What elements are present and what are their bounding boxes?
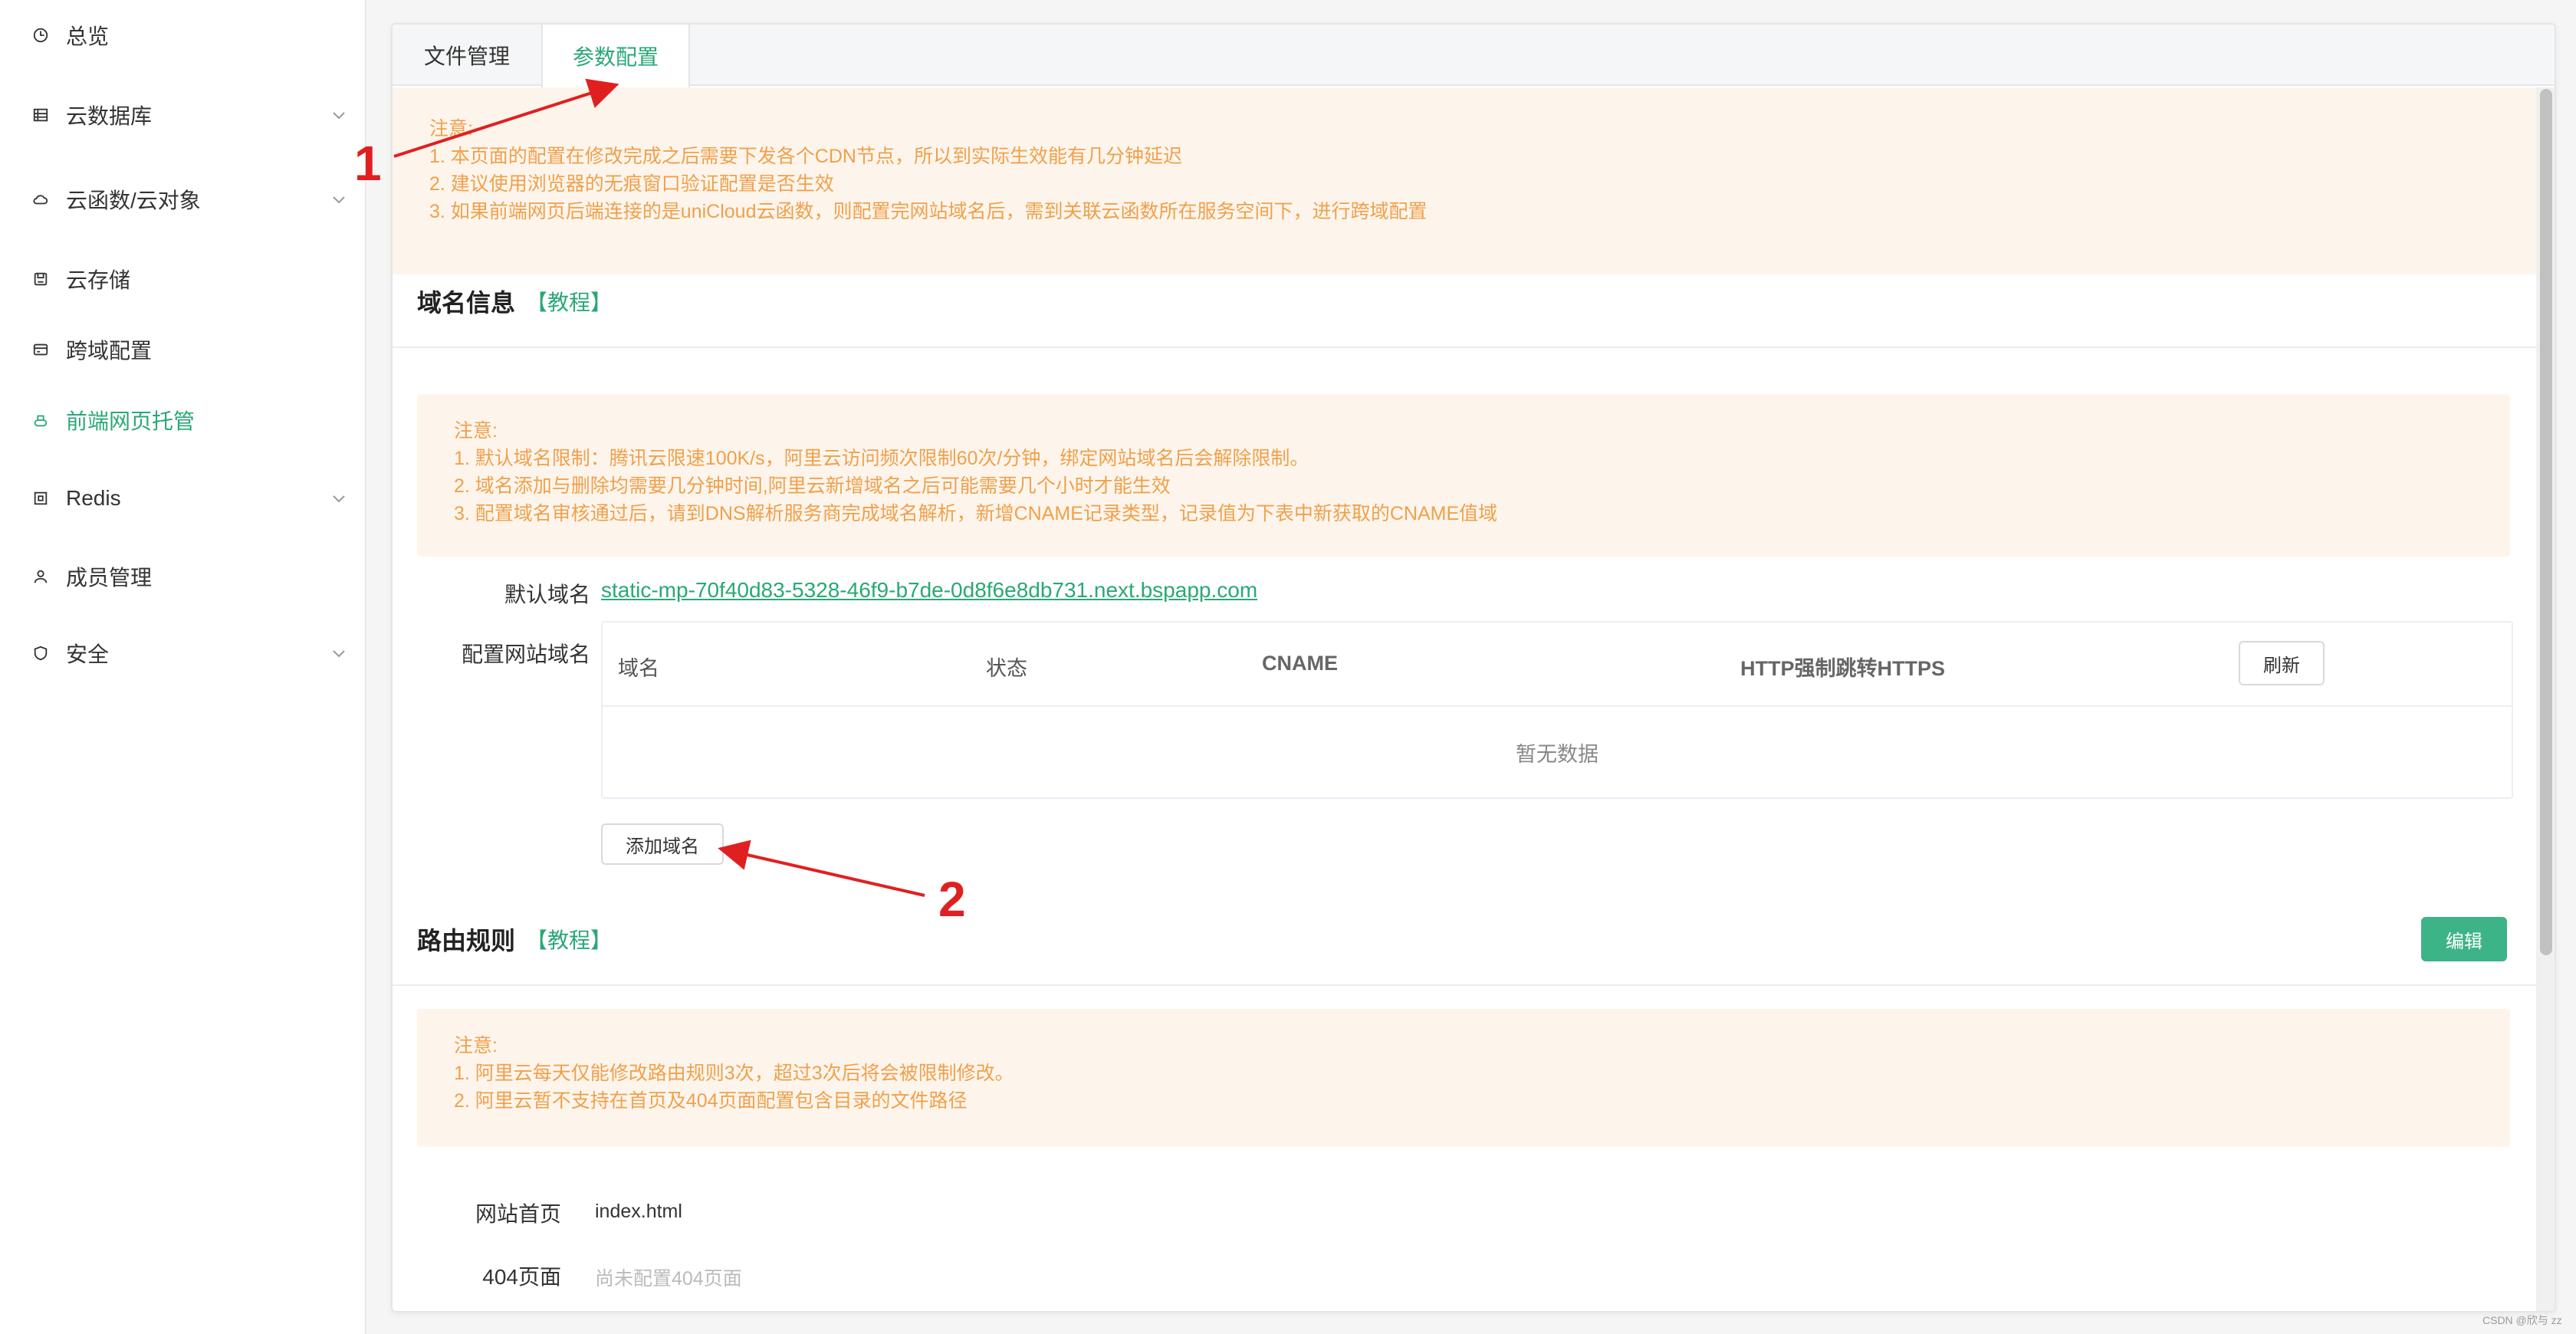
hosting-icon [31, 410, 51, 430]
column-header: 域名 [618, 657, 659, 680]
edit-button[interactable]: 编辑 [2421, 917, 2507, 961]
notice-line: 2. 建议使用浏览器的无痕窗口验证配置是否生效 [429, 173, 834, 195]
annotation-marker-2: 2 [938, 872, 966, 927]
notice-title: 注意: [429, 118, 473, 140]
sidebar-item-label: 成员管理 [66, 566, 153, 590]
sidebar: 总览 云数据库 云函数/云对象 云存储 跨域配置 前端网页托管 Redis 成员… [0, 0, 366, 1334]
cors-icon [31, 340, 51, 360]
tab-bar: 文件管理 参数配置 [393, 25, 2555, 87]
redis-icon [31, 488, 51, 508]
sidebar-item-label: 前端网页托管 [66, 409, 196, 433]
main-panel: 文件管理 参数配置 注意: 1. 本页面的配置在修改完成之后需要下发各个CDN节… [391, 23, 2556, 1313]
tab-file-management[interactable]: 文件管理 [393, 25, 541, 86]
sidebar-item-label: 总览 [66, 25, 110, 48]
notice-line: 3. 如果前端网页后端连接的是uniCloud云函数，则配置完网站域名后，需到关… [429, 201, 1428, 222]
database-icon [31, 105, 51, 125]
tab-parameter-config[interactable]: 参数配置 [541, 25, 690, 87]
top-notice: 注意: 1. 本页面的配置在修改完成之后需要下发各个CDN节点，所以到实际生效能… [393, 87, 2536, 274]
clock-icon [31, 25, 51, 45]
sidebar-item-label: 安全 [66, 642, 110, 666]
notice-title: 注意: [454, 1035, 498, 1056]
notice-line: 1. 本页面的配置在修改完成之后需要下发各个CDN节点，所以到实际生效能有几分钟… [429, 146, 1182, 167]
sidebar-item-label: 云存储 [66, 268, 131, 292]
empty-state: 暂无数据 [1516, 743, 1598, 766]
annotation-marker-1: 1 [354, 136, 382, 191]
custom-domain-label: 配置网站域名 [461, 642, 590, 666]
section-heading: 路由规则 [417, 927, 516, 955]
notice-line: 1. 默认域名限制：腾讯云限速100K/s，阿里云访问频次限制60次/分钟，绑定… [454, 448, 1309, 469]
storage-icon [31, 269, 51, 289]
watermark: CSDN @欣与 zz [2482, 1314, 2562, 1326]
table-header: 域名 状态 CNAME HTTP强制跳转HTTPS 刷新 [603, 623, 2512, 707]
refresh-button[interactable]: 刷新 [2239, 641, 2325, 685]
domain-section-title: 域名信息 【教程】 [417, 284, 612, 319]
notice-title: 注意: [454, 420, 498, 442]
sidebar-item-storage[interactable]: 云存储 [0, 255, 365, 304]
notfound-page-label: 404页面 [482, 1265, 561, 1289]
user-icon [31, 567, 51, 586]
default-domain-link[interactable]: static-mp-70f40d83-5328-46f9-b7de-0d8f6e… [601, 578, 1257, 603]
column-header: CNAME [1262, 652, 1338, 675]
divider [393, 347, 2536, 348]
sidebar-item-label: Redis [66, 486, 121, 510]
shield-icon [31, 643, 51, 663]
chevron-down-icon[interactable] [330, 644, 348, 662]
add-domain-button[interactable]: 添加域名 [601, 823, 724, 865]
sidebar-item-cors[interactable]: 跨域配置 [0, 325, 365, 374]
column-header: HTTP强制跳转HTTPS [1740, 657, 1945, 680]
domain-table: 域名 状态 CNAME HTTP强制跳转HTTPS 刷新 暂无数据 [601, 621, 2513, 799]
index-page-label: 网站首页 [475, 1202, 561, 1226]
sidebar-item-overview[interactable]: 总览 [0, 11, 365, 60]
notfound-page-value: 尚未配置404页面 [595, 1268, 742, 1290]
notice-line: 3. 配置域名审核通过后，请到DNS解析服务商完成域名解析，新增CNAME记录类… [454, 503, 1498, 524]
route-notice: 注意: 1. 阿里云每天仅能修改路由规则3次，超过3次后将会被限制修改。 2. … [417, 1009, 2510, 1147]
scrollbar[interactable] [2536, 87, 2555, 1311]
default-domain-label: 默认域名 [504, 583, 590, 606]
sidebar-item-hosting[interactable]: 前端网页托管 [0, 396, 365, 445]
index-page-value: index.html [595, 1201, 682, 1222]
sidebar-item-label: 云数据库 [66, 104, 153, 128]
divider [393, 984, 2536, 986]
sidebar-item-cloud-functions[interactable]: 云函数/云对象 [0, 175, 365, 224]
column-header: 状态 [986, 657, 1027, 680]
notice-line: 1. 阿里云每天仅能修改路由规则3次，超过3次后将会被限制修改。 [454, 1063, 1014, 1084]
route-section-title: 路由规则 【教程】 [417, 922, 612, 957]
chevron-down-icon[interactable] [330, 489, 348, 508]
tutorial-link[interactable]: 【教程】 [526, 924, 612, 955]
sidebar-item-label: 云函数/云对象 [66, 189, 201, 212]
sidebar-item-database[interactable]: 云数据库 [0, 90, 365, 140]
section-heading: 域名信息 [417, 289, 516, 317]
chevron-down-icon[interactable] [330, 190, 348, 209]
notice-line: 2. 域名添加与删除均需要几分钟时间,阿里云新增域名之后可能需要几个小时才能生效 [454, 475, 1171, 497]
sidebar-item-label: 跨域配置 [66, 339, 153, 363]
notice-line: 2. 阿里云暂不支持在首页及404页面配置包含目录的文件路径 [454, 1090, 968, 1112]
sidebar-item-members[interactable]: 成员管理 [0, 552, 365, 601]
sidebar-item-redis[interactable]: Redis [0, 474, 365, 523]
tutorial-link[interactable]: 【教程】 [526, 286, 612, 317]
chevron-down-icon[interactable] [330, 106, 348, 124]
cloud-icon [31, 189, 51, 209]
scrollbar-thumb[interactable] [2540, 89, 2552, 955]
domain-notice: 注意: 1. 默认域名限制：腾讯云限速100K/s，阿里云访问频次限制60次/分… [417, 394, 2510, 557]
sidebar-item-security[interactable]: 安全 [0, 629, 365, 678]
